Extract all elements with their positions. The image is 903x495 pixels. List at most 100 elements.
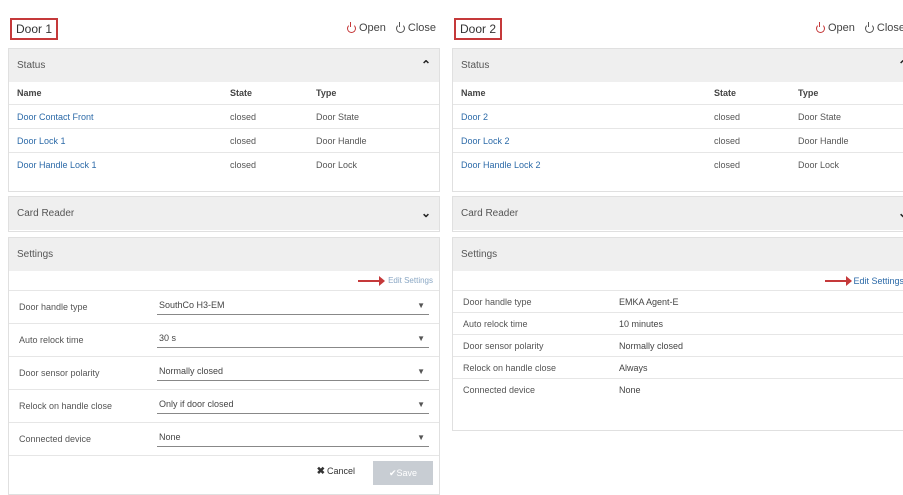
setting-row: Door handle type EMKA Agent-E xyxy=(453,290,903,313)
setting-label: Auto relock time xyxy=(463,319,528,329)
sensor-state: closed xyxy=(222,152,308,176)
setting-label: Door handle type xyxy=(463,297,532,307)
door2-open-label: Open xyxy=(827,22,855,34)
door-sensor-polarity-select[interactable]: Normally closed ▼ xyxy=(157,363,429,381)
sensor-type: Door Handle xyxy=(308,128,439,153)
save-label: Save xyxy=(396,468,418,478)
close-icon: ✖ xyxy=(316,466,325,477)
arrow-icon xyxy=(358,275,386,286)
setting-value: 10 minutes xyxy=(619,319,664,329)
setting-row: Door sensor polarity Normally closed ▼ xyxy=(9,356,439,390)
setting-row: Relock on handle close Always xyxy=(453,356,903,379)
table-row: Door Handle Lock 1 closed Door Lock xyxy=(9,152,439,176)
sensor-type: Door State xyxy=(308,104,439,129)
chevron-up-icon[interactable]: ⌃ xyxy=(421,58,431,72)
table-row: Door Handle Lock 2 closed Door Lock xyxy=(453,152,903,176)
door2-settings-header: Settings xyxy=(453,238,903,271)
door2-close-label: Close xyxy=(876,22,903,34)
setting-label: Door sensor polarity xyxy=(19,368,100,378)
sensor-state: closed xyxy=(222,128,308,153)
door2-card-reader-title: Card Reader xyxy=(461,208,519,219)
select-value: None xyxy=(159,432,181,442)
setting-label: Connected device xyxy=(19,434,92,444)
dropdown-icon: ▼ xyxy=(417,400,425,409)
door1-actions: Open Close xyxy=(346,21,436,34)
door1-close-button[interactable]: Close xyxy=(395,21,436,34)
column-header: Name xyxy=(461,88,486,98)
setting-row: Connected device None xyxy=(453,378,903,401)
door1-status-card: Status ⌃ Name State Type Door Contact Fr… xyxy=(8,48,440,192)
chevron-up-icon[interactable]: ⌃ xyxy=(898,58,903,72)
door2-panel: Door 2 Open Close Status ⌃ Name State Ty… xyxy=(452,0,903,495)
setting-label: Door sensor polarity xyxy=(463,341,544,351)
setting-label: Connected device xyxy=(463,385,536,395)
dropdown-icon: ▼ xyxy=(417,433,425,442)
door1-header: Door 1 Open Close xyxy=(8,12,440,46)
column-header: State xyxy=(230,88,253,98)
door2-edit-settings: Edit Settings xyxy=(825,276,903,286)
door1-status-title: Status xyxy=(17,60,46,71)
door-handle-type-select[interactable]: SouthCo H3-EM ▼ xyxy=(157,297,429,315)
select-value: Normally closed xyxy=(159,366,224,376)
check-icon: ✔ xyxy=(388,467,397,478)
door2-close-button[interactable]: Close xyxy=(864,21,903,34)
door1-status-header[interactable]: Status ⌃ xyxy=(9,49,439,82)
door2-status-card: Status ⌃ Name State Type Door 2 closed D… xyxy=(452,48,903,192)
power-icon xyxy=(395,21,405,33)
door2-settings-card: Settings Edit Settings Door handle type … xyxy=(452,237,903,431)
setting-label: Relock on handle close xyxy=(463,363,557,373)
door1-open-button[interactable]: Open xyxy=(346,21,386,34)
power-icon xyxy=(346,21,356,33)
sensor-type: Door Lock xyxy=(790,152,903,176)
select-value: Only if door closed xyxy=(159,399,234,409)
setting-value: EMKA Agent-E xyxy=(619,297,679,307)
cancel-label: Cancel xyxy=(326,466,355,476)
sensor-type: Door Lock xyxy=(308,152,439,176)
door2-open-button[interactable]: Open xyxy=(815,21,855,34)
setting-label: Auto relock time xyxy=(19,335,84,345)
column-header: Name xyxy=(17,88,42,98)
door1-card-reader-header[interactable]: Card Reader ⌄ xyxy=(9,197,439,230)
door2-edit-settings-link[interactable]: Edit Settings xyxy=(853,276,903,286)
column-header: Type xyxy=(798,88,819,98)
door1-settings-card: Settings Edit Settings Door handle type … xyxy=(8,237,440,495)
setting-row: Relock on handle close Only if door clos… xyxy=(9,389,439,423)
setting-row: Door sensor polarity Normally closed xyxy=(453,334,903,357)
relock-on-handle-close-select[interactable]: Only if door closed ▼ xyxy=(157,396,429,414)
save-button[interactable]: ✔ Save xyxy=(373,461,433,485)
door1-title: Door 1 xyxy=(10,18,59,40)
door2-status-header[interactable]: Status ⌃ xyxy=(453,49,903,82)
sensor-type: Door Handle xyxy=(790,128,903,153)
sensor-link[interactable]: Door Handle Lock 2 xyxy=(453,152,706,176)
door1-settings-title: Settings xyxy=(17,249,54,260)
cancel-button[interactable]: ✖ Cancel xyxy=(317,466,355,477)
connected-device-select[interactable]: None ▼ xyxy=(157,429,429,447)
sensor-link[interactable]: Door Lock 1 xyxy=(9,128,222,153)
sensor-type: Door State xyxy=(790,104,903,129)
door1-card-reader-card: Card Reader ⌄ xyxy=(8,196,440,232)
door1-open-label: Open xyxy=(358,22,386,34)
table-row: Door Lock 1 closed Door Handle xyxy=(9,128,439,153)
table-row: Door Lock 2 closed Door Handle xyxy=(453,128,903,153)
setting-value: Always xyxy=(619,363,648,373)
setting-label: Door handle type xyxy=(19,302,88,312)
sensor-link[interactable]: Door Handle Lock 1 xyxy=(9,152,222,176)
sensor-link[interactable]: Door 2 xyxy=(453,104,706,129)
door1-card-reader-title: Card Reader xyxy=(17,208,75,219)
sensor-link[interactable]: Door Contact Front xyxy=(9,104,222,129)
door1-edit-settings: Edit Settings xyxy=(358,275,433,286)
door1-settings-footer: ✖ Cancel ✔ Save xyxy=(9,455,439,493)
power-icon xyxy=(815,21,825,33)
door2-actions: Open Close xyxy=(815,21,903,34)
table-row: Door 2 closed Door State xyxy=(453,104,903,129)
chevron-down-icon[interactable]: ⌄ xyxy=(898,206,903,220)
door2-card-reader-card: Card Reader ⌄ xyxy=(452,196,903,232)
setting-row: Auto relock time 10 minutes xyxy=(453,312,903,335)
door2-card-reader-header[interactable]: Card Reader ⌄ xyxy=(453,197,903,230)
sensor-link[interactable]: Door Lock 2 xyxy=(453,128,706,153)
door1-edit-settings-link[interactable]: Edit Settings xyxy=(388,276,433,285)
dropdown-icon: ▼ xyxy=(417,367,425,376)
auto-relock-time-select[interactable]: 30 s ▼ xyxy=(157,330,429,348)
chevron-down-icon[interactable]: ⌄ xyxy=(421,206,431,220)
setting-row: Door handle type SouthCo H3-EM ▼ xyxy=(9,290,439,324)
